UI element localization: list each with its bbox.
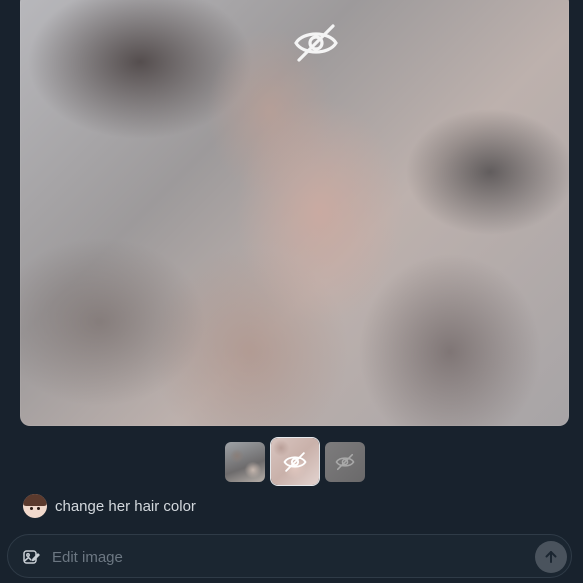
thumbnail-3[interactable]	[325, 442, 365, 482]
main-image-preview[interactable]	[20, 0, 569, 426]
avatar	[23, 494, 47, 518]
image-edit-icon[interactable]	[22, 548, 40, 566]
eye-off-icon	[294, 24, 338, 62]
prompt-text: change her hair color	[55, 497, 196, 515]
eye-off-icon	[335, 453, 355, 471]
send-button[interactable]	[535, 541, 567, 573]
arrow-up-icon	[545, 551, 557, 563]
thumbnail-strip	[225, 438, 375, 488]
thumbnail-2[interactable]	[271, 438, 319, 485]
prompt-row: change her hair color	[23, 492, 196, 520]
edit-image-input[interactable]	[50, 541, 524, 573]
edit-input-bar	[7, 534, 572, 578]
thumbnail-1[interactable]	[225, 442, 265, 482]
eye-off-icon	[283, 451, 307, 472]
